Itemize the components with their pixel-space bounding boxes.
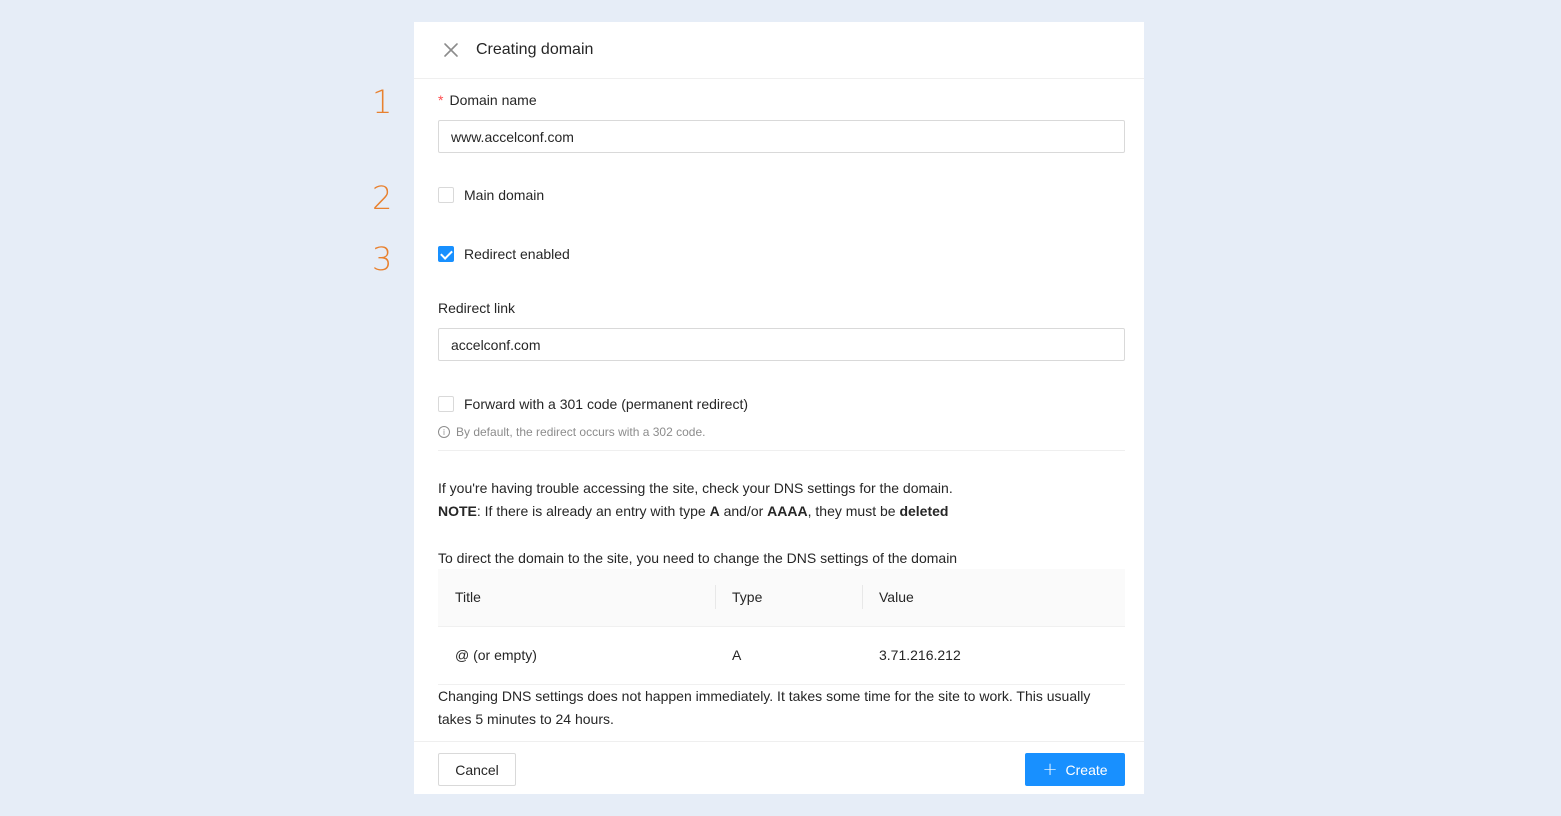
step-number-2: 2 <box>372 179 393 217</box>
redirect-enabled-row[interactable]: Redirect enabled <box>438 246 570 262</box>
table-row: @ (or empty) A 3.71.216.212 <box>438 626 1125 685</box>
create-button-label: Create <box>1065 761 1108 778</box>
dns-cell-title: @ (or empty) <box>438 626 715 685</box>
note-text-2: and/or <box>719 503 768 519</box>
section-divider <box>438 450 1125 451</box>
redirect-link-value: accelconf.com <box>451 336 541 353</box>
forward-301-hint: i By default, the redirect occurs with a… <box>438 425 705 439</box>
redirect-link-label: Redirect link <box>438 300 516 316</box>
note-type-a: A <box>709 503 720 519</box>
note-type-aaaa: AAAA <box>767 503 808 519</box>
dns-cell-value: 3.71.216.212 <box>862 626 1125 685</box>
dns-header-value: Value <box>862 569 1125 627</box>
drawer-title: Creating domain <box>476 41 594 58</box>
note-text-3: , they must be <box>807 503 900 519</box>
forward-301-row[interactable]: Forward with a 301 code (permanent redir… <box>438 396 748 412</box>
note-bold: NOTE <box>438 503 477 519</box>
dns-footnote: Changing DNS settings does not happen im… <box>438 688 1091 727</box>
dns-header-type-text: Type <box>732 589 763 606</box>
redirect-link-input[interactable]: accelconf.com <box>438 328 1125 361</box>
required-mark: * <box>438 92 444 108</box>
dns-header-type: Type <box>715 569 862 627</box>
redirect-enabled-checkbox[interactable] <box>438 246 454 262</box>
forward-301-checkbox[interactable] <box>438 396 454 412</box>
domain-name-label: * Domain name <box>438 92 537 108</box>
step-number-3: 3 <box>372 240 393 278</box>
dns-note-line: NOTE: If there is already an entry with … <box>438 500 1125 523</box>
forward-301-label: Forward with a 301 code (permanent redir… <box>464 396 749 412</box>
step-number-1: 1 <box>372 83 393 121</box>
create-domain-drawer: Creating domain * Domain name www.accelco… <box>414 22 1144 794</box>
dns-header-title: Title <box>438 569 715 627</box>
plus-icon: + <box>1042 758 1058 780</box>
domain-name-value: www.accelconf.com <box>451 128 574 145</box>
create-button[interactable]: + Create <box>1025 753 1125 786</box>
note-deleted: deleted <box>899 503 949 519</box>
info-icon: i <box>438 426 450 438</box>
dns-info-text: If you're having trouble accessing the s… <box>438 477 1125 523</box>
redirect-enabled-label: Redirect enabled <box>464 246 570 262</box>
dns-cell-type: A <box>715 626 862 685</box>
dns-table-header: Title Type Value <box>438 569 1125 627</box>
dns-direct-text: To direct the domain to the site, you ne… <box>438 550 958 566</box>
dns-header-value-text: Value <box>879 589 914 606</box>
dns-trouble-line: If you're having trouble accessing the s… <box>438 480 953 496</box>
domain-name-label-text: Domain name <box>449 92 537 108</box>
drawer-header: Creating domain <box>414 22 1144 79</box>
main-domain-checkbox[interactable] <box>438 187 454 203</box>
drawer-footer: Cancel + Create <box>414 741 1144 794</box>
close-icon[interactable] <box>442 41 460 59</box>
main-domain-row[interactable]: Main domain <box>438 187 544 203</box>
domain-name-input[interactable]: www.accelconf.com <box>438 120 1125 153</box>
dns-table: Title Type Value @ (or empty) A 3.71.216… <box>438 569 1125 685</box>
main-domain-label: Main domain <box>464 187 545 203</box>
forward-301-hint-text: By default, the redirect occurs with a 3… <box>456 425 706 439</box>
cancel-button[interactable]: Cancel <box>438 753 516 786</box>
note-text-1: : If there is already an entry with type <box>476 503 710 519</box>
